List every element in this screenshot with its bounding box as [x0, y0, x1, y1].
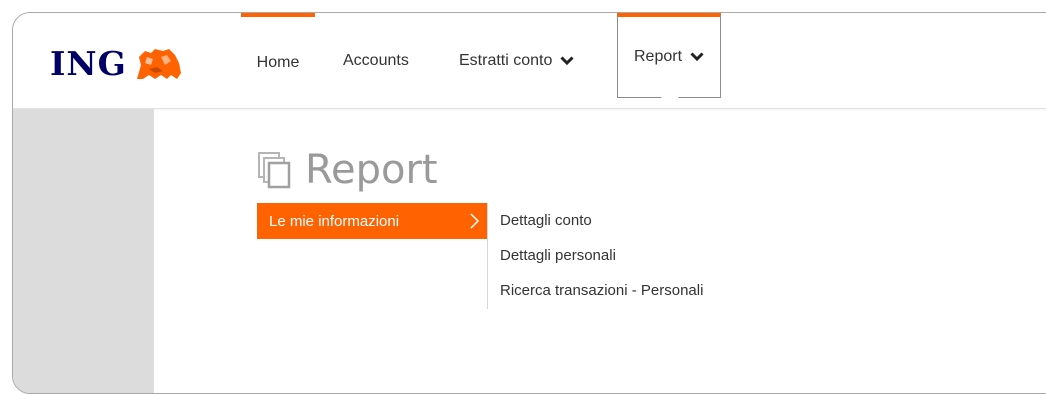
nav-accounts[interactable]: Accounts: [343, 13, 409, 108]
copy-pages-icon: [258, 152, 291, 189]
submenu-ricerca-transazioni[interactable]: Ricerca transazioni - Personali: [488, 273, 703, 308]
chevron-down-icon: [560, 55, 574, 65]
top-navigation-bar: ING Home Accounts Estratti conto Report: [13, 13, 1046, 109]
nav-home[interactable]: Home: [241, 13, 315, 108]
logo-text: ING: [50, 44, 127, 83]
dropdown-caret: [661, 97, 679, 106]
page-title: Report: [257, 147, 438, 193]
nav-estratti-conto[interactable]: Estratti conto: [459, 13, 574, 108]
chevron-down-icon: [690, 52, 704, 62]
nav-home-label: Home: [256, 53, 300, 71]
chevron-right-icon: [470, 213, 480, 229]
page-title-text: Report: [305, 147, 438, 193]
nav-report-label: Report: [633, 48, 683, 65]
submenu-list: Dettagli conto Dettagli personali Ricerc…: [487, 203, 703, 309]
submenu-dettagli-personali[interactable]: Dettagli personali: [488, 238, 703, 273]
lion-icon: [136, 48, 181, 79]
nav-report[interactable]: Report: [617, 13, 721, 98]
submenu-dettagli-conto[interactable]: Dettagli conto: [488, 203, 703, 238]
ing-logo[interactable]: ING: [50, 44, 185, 83]
menu-primary-label: Le mie informazioni: [269, 212, 400, 230]
left-sidebar: [13, 109, 154, 393]
nav-accounts-label: Accounts: [343, 51, 409, 69]
menu-le-mie-informazioni[interactable]: Le mie informazioni: [257, 203, 487, 239]
nav-estratti-label: Estratti conto: [459, 51, 553, 69]
app-window: ING Home Accounts Estratti conto Report: [12, 12, 1046, 394]
